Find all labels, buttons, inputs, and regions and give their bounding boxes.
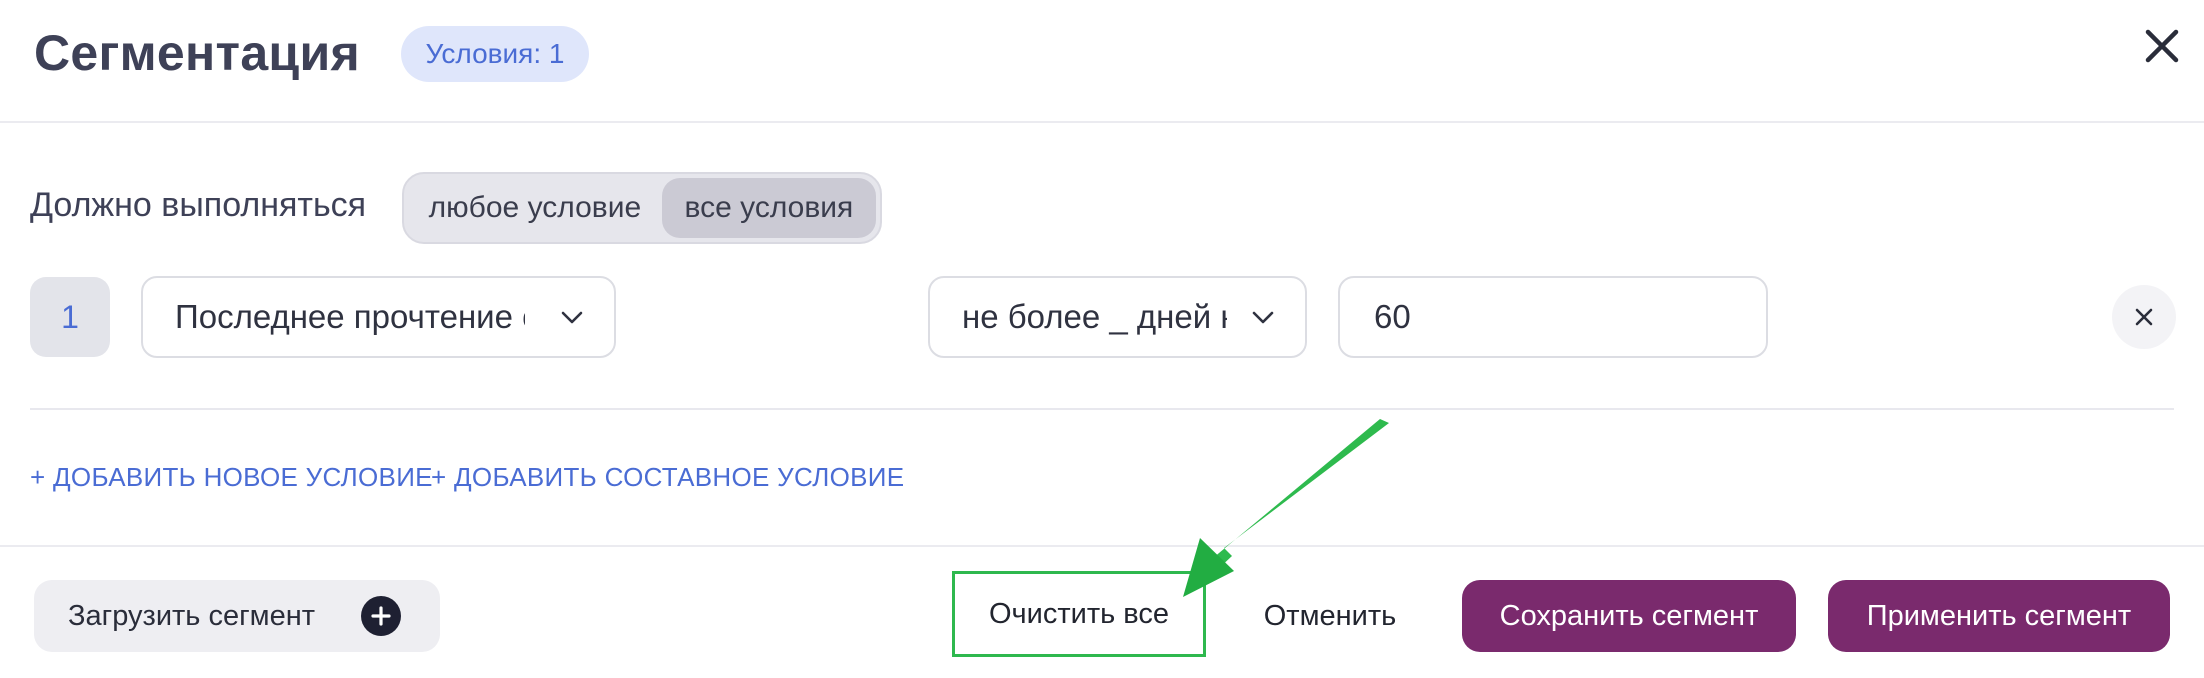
load-segment-button[interactable]: Загрузить сегмент	[34, 580, 440, 652]
modal-header: Сегментация Условия: 1	[0, 0, 2204, 123]
load-segment-label: Загрузить сегмент	[68, 599, 316, 632]
condition-field-select[interactable]: Последнее прочтение сообщения	[141, 276, 616, 358]
add-compound-condition-link[interactable]: + ДОБАВИТЬ СОСТАВНОЕ УСЛОВИЕ	[431, 462, 904, 493]
match-mode-toggle: любое условие все условия	[402, 172, 882, 244]
condition-operator-value: не более _ дней назад	[962, 298, 1227, 335]
condition-value-input[interactable]	[1338, 276, 1768, 358]
add-condition-link[interactable]: + ДОБАВИТЬ НОВОЕ УСЛОВИЕ	[30, 462, 433, 493]
apply-segment-button[interactable]: Применить сегмент	[1828, 580, 2170, 652]
conditions-count-badge: Условия: 1	[401, 26, 589, 82]
clear-all-button[interactable]: Очистить все	[952, 571, 1206, 657]
chevron-down-icon	[561, 311, 583, 324]
chevron-down-icon	[1252, 311, 1274, 324]
close-icon	[2135, 308, 2153, 326]
condition-number: 1	[30, 277, 110, 357]
footer-divider	[0, 545, 2204, 547]
match-any-option[interactable]: любое условие	[408, 178, 662, 238]
cancel-button[interactable]: Отменить	[1230, 580, 1430, 652]
plus-circle-icon	[361, 596, 401, 636]
page-title: Сегментация	[34, 25, 360, 81]
close-icon[interactable]	[2138, 22, 2186, 70]
divider	[30, 408, 2174, 410]
match-mode-label: Должно выполняться	[30, 186, 367, 224]
match-all-option[interactable]: все условия	[661, 178, 876, 238]
remove-condition-button[interactable]	[2112, 285, 2176, 349]
save-segment-button[interactable]: Сохранить сегмент	[1462, 580, 1796, 652]
condition-field-value: Последнее прочтение сообщения	[175, 298, 525, 335]
condition-operator-select[interactable]: не более _ дней назад	[928, 276, 1307, 358]
